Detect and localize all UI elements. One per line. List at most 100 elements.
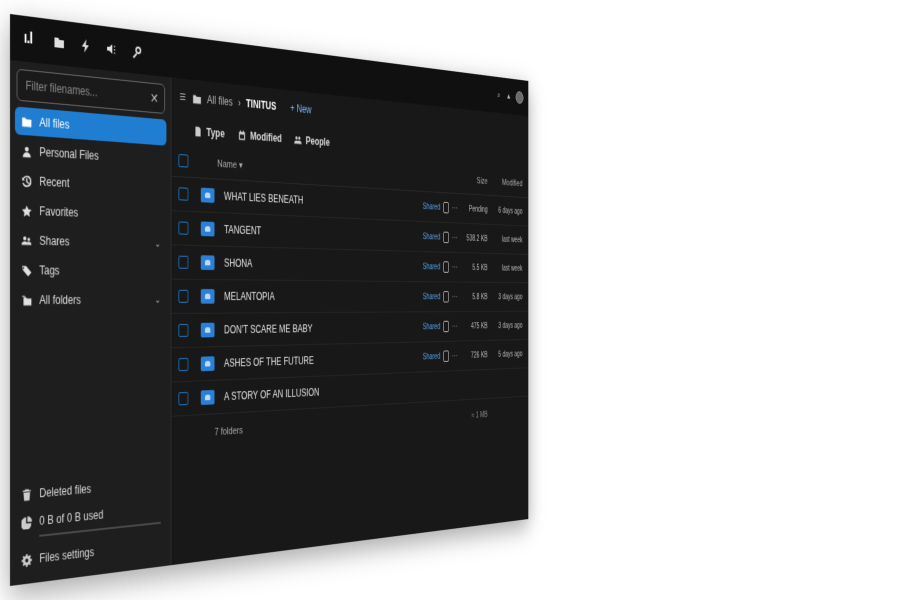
share-icon[interactable] xyxy=(443,231,449,244)
folder-modified: last week xyxy=(501,235,523,245)
filter-people-label: People xyxy=(305,134,330,149)
row-checkbox[interactable] xyxy=(178,391,189,406)
row-checkbox[interactable] xyxy=(178,289,189,303)
total-size: ≈ 1 MB xyxy=(471,410,488,420)
share-icon[interactable] xyxy=(443,291,449,303)
files-settings-label: Files settings xyxy=(39,545,95,566)
folder-name[interactable]: MELANTOPIA xyxy=(224,290,423,303)
folder-modified: 3 days ago xyxy=(498,321,523,331)
folder-icon xyxy=(193,94,201,104)
folders-icon xyxy=(22,295,32,305)
talk-icon[interactable] xyxy=(99,25,125,72)
folder-modified xyxy=(488,382,529,384)
shared-label[interactable]: Shared xyxy=(423,202,440,212)
filter-modified-label: Modified xyxy=(249,129,282,145)
activity-icon[interactable] xyxy=(73,22,99,70)
avatar[interactable] xyxy=(515,90,524,105)
folder-modified: 3 days ago xyxy=(498,292,523,302)
deleted-files-label: Deleted files xyxy=(39,482,92,501)
shared-label[interactable]: Shared xyxy=(423,292,440,301)
pie-chart-icon xyxy=(21,515,33,530)
folder-name[interactable]: TANGENT xyxy=(224,223,423,242)
folder-size: 726 KB xyxy=(470,350,488,360)
stage: ı.l ⌕ ▲ ✕ All files Personal Fi xyxy=(0,0,900,600)
row-checkbox[interactable] xyxy=(178,221,189,235)
column-modified[interactable]: Modified xyxy=(488,177,529,189)
filter-type[interactable]: Type xyxy=(194,125,225,140)
sidebar-item-favorites[interactable]: Favorites xyxy=(15,196,167,229)
logo[interactable]: ı.l xyxy=(10,14,46,64)
folder-name[interactable]: A STORY OF AN ILLUSION xyxy=(224,380,463,403)
shared-label[interactable]: Shared xyxy=(423,352,440,361)
search-icon[interactable] xyxy=(124,29,149,75)
sidebar: ✕ All files Personal Files Recent Favori… xyxy=(10,60,172,586)
share-icon[interactable] xyxy=(443,320,449,333)
folder-size xyxy=(463,384,488,385)
unified-search-icon[interactable]: ⌕ xyxy=(496,90,502,100)
sidebar-bottom: Deleted files 0 B of 0 B used Files sett… xyxy=(10,469,171,586)
filter-people[interactable]: People xyxy=(294,134,330,149)
share-icon[interactable] xyxy=(443,201,449,214)
sidebar-item-tags[interactable]: Tags xyxy=(15,256,167,285)
row-checkbox[interactable] xyxy=(178,187,189,201)
more-actions-icon[interactable]: ··· xyxy=(452,262,458,272)
filter-input[interactable] xyxy=(23,77,151,106)
row-checkbox[interactable] xyxy=(178,357,189,372)
person-icon xyxy=(22,146,31,158)
folder-size: 5.5 KB xyxy=(472,263,488,273)
files-icon[interactable] xyxy=(46,19,73,67)
shared-label[interactable]: Shared xyxy=(423,232,440,242)
table-row[interactable]: MELANTOPIA Shared ··· 5.8 KB 3 days ago xyxy=(171,279,529,314)
column-size[interactable]: Size xyxy=(457,175,488,186)
column-name[interactable]: Name ▾ xyxy=(217,157,242,171)
shared-folder-icon xyxy=(200,221,215,237)
shared-folder-icon xyxy=(200,255,215,271)
calendar-icon xyxy=(239,130,246,141)
toggle-sidebar-icon[interactable]: ☰ xyxy=(179,91,187,103)
breadcrumb-current[interactable]: TINITUS xyxy=(246,97,276,112)
trash-icon xyxy=(22,488,31,501)
folder-name[interactable]: WHAT LIES BENEATH xyxy=(224,190,423,212)
shared-folder-icon xyxy=(200,187,215,203)
more-actions-icon[interactable]: ··· xyxy=(452,322,458,332)
breadcrumb-root[interactable]: All files xyxy=(207,93,233,108)
notifications-icon[interactable]: ▲ xyxy=(506,91,512,101)
sidebar-item-label: Favorites xyxy=(39,204,79,220)
new-button[interactable]: + New xyxy=(290,102,311,116)
folder-name[interactable]: SHONA xyxy=(224,257,423,273)
shared-folder-icon xyxy=(200,356,215,372)
sidebar-item-all-folders[interactable]: All folders ⌄ xyxy=(15,286,167,314)
filter-modified[interactable]: Modified xyxy=(238,129,282,145)
sidebar-item-label: Personal Files xyxy=(39,145,99,163)
chevron-down-icon[interactable]: ⌄ xyxy=(155,295,161,305)
shared-label[interactable]: Shared xyxy=(423,262,440,271)
share-icon[interactable] xyxy=(443,261,449,273)
filter-box: ✕ xyxy=(16,68,166,115)
breadcrumb-separator: › xyxy=(238,96,241,110)
folder-name[interactable]: ASHES OF THE FUTURE xyxy=(224,351,423,369)
select-all-checkbox[interactable] xyxy=(178,154,189,168)
tag-icon xyxy=(22,265,32,276)
folder-name[interactable]: DON'T SCARE ME BABY xyxy=(224,321,423,336)
sidebar-item-label: Shares xyxy=(39,233,70,249)
more-actions-icon[interactable]: ··· xyxy=(452,292,458,302)
more-actions-icon[interactable]: ··· xyxy=(452,233,458,243)
more-actions-icon[interactable]: ··· xyxy=(452,351,458,361)
row-checkbox[interactable] xyxy=(178,255,189,269)
chevron-down-icon[interactable]: ⌄ xyxy=(155,239,161,249)
gear-icon xyxy=(21,552,33,568)
shared-label[interactable]: Shared xyxy=(423,322,440,331)
folder-modified: 6 days ago xyxy=(498,206,523,216)
more-actions-icon[interactable]: ··· xyxy=(452,203,458,213)
folder-size: 475 KB xyxy=(470,321,488,331)
folder-modified: 5 days ago xyxy=(498,349,523,359)
files-settings-link[interactable]: Files settings xyxy=(10,530,171,576)
close-icon[interactable]: ✕ xyxy=(150,90,158,107)
shared-folder-icon xyxy=(200,322,215,338)
row-checkbox[interactable] xyxy=(178,323,189,337)
file-icon xyxy=(195,126,201,137)
sidebar-item-label: All files xyxy=(39,115,70,132)
folder-count: 7 folders xyxy=(214,425,243,438)
share-icon[interactable] xyxy=(443,350,449,362)
sidebar-item-shares[interactable]: Shares ⌄ xyxy=(15,226,167,257)
